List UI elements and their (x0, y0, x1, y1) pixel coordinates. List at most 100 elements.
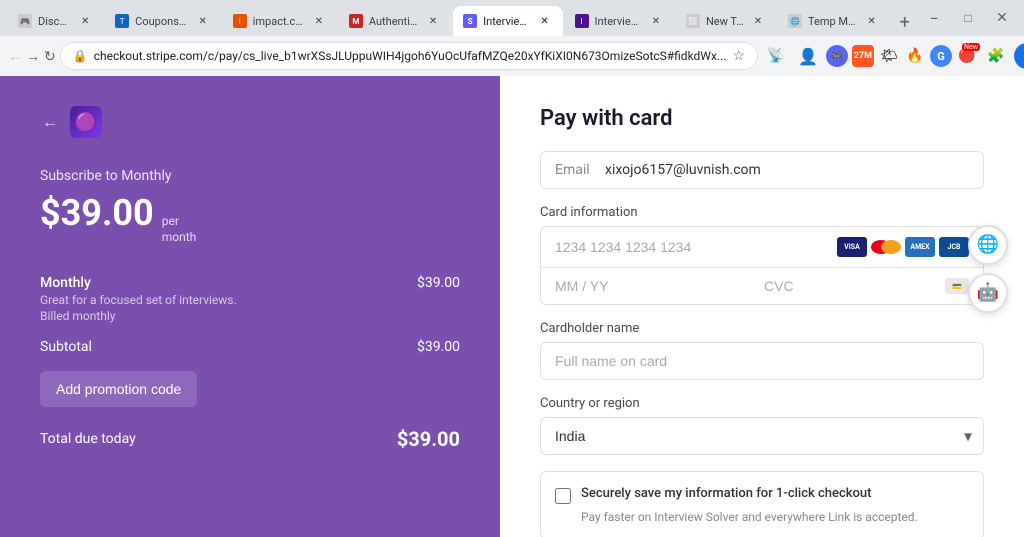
tab-close-gmail[interactable]: ✕ (425, 13, 441, 29)
tab-close-impact[interactable]: ✕ (311, 13, 327, 29)
cardholder-label: Cardholder name (540, 321, 984, 336)
line-item-sub2: Billed monthly (40, 309, 237, 323)
tab-bar: 🎮 Discord ✕ T Coupons f... ✕ i impact.co… (0, 0, 1024, 36)
country-field: Country or region India United States Un… (540, 396, 984, 455)
cardholder-input[interactable] (540, 342, 984, 380)
new-tab-button[interactable]: + (892, 8, 919, 36)
tab-close-stripe[interactable]: ✕ (537, 13, 553, 29)
tab-interview2[interactable]: I Interview... ✕ (565, 6, 674, 36)
tab-close-coupons[interactable]: ✕ (195, 13, 211, 29)
left-panel: ← 🟣 Subscribe to Monthly $39.00 per mont… (0, 76, 500, 537)
save-info-desc: Pay faster on Interview Solver and every… (555, 510, 969, 524)
ext-27m[interactable]: 27M (852, 45, 874, 67)
translate-float-icon[interactable]: 🌐 (968, 225, 1008, 265)
ext-new-badge[interactable]: 🔴New (956, 45, 978, 67)
back-button[interactable]: ← (8, 42, 22, 70)
discord-ext[interactable]: 🎮 (826, 45, 848, 67)
price-row: $39.00 per month (40, 192, 460, 245)
tab-favicon-gmail: M (349, 14, 363, 28)
extensions-icon[interactable]: 🧩 (982, 42, 1010, 70)
tab-favicon-interview2: I (575, 14, 589, 28)
card-icons: VISA AMEX JCB (837, 237, 969, 257)
minimize-button[interactable]: − (920, 4, 948, 32)
country-select-wrapper: India United States United Kingdom Canad… (540, 417, 984, 455)
close-window-button[interactable]: ✕ (988, 4, 1016, 32)
ext-weather[interactable]: 🌤 (878, 45, 900, 67)
tab-close-tempmail[interactable]: ✕ (864, 13, 880, 29)
save-info-box: Securely save my information for 1-click… (540, 471, 984, 537)
tab-favicon-impact: i (233, 14, 247, 28)
tab-stripe[interactable]: S Interview... ✕ (453, 6, 562, 36)
tab-close-newtab[interactable]: ✕ (750, 13, 766, 29)
visa-icon: VISA (837, 237, 867, 257)
subscribe-label: Subscribe to Monthly (40, 168, 460, 184)
cast-icon[interactable]: 📡 (762, 42, 790, 70)
tab-newtab[interactable]: ⬜ New Tab ✕ (676, 6, 776, 36)
url-text: checkout.stripe.com/c/pay/cs_live_b1wrXS… (94, 49, 727, 63)
tab-close-interview2[interactable]: ✕ (648, 13, 664, 29)
card-info-field: Card information VISA AMEX JCB (540, 205, 984, 305)
star-icon[interactable]: ☆ (732, 48, 745, 64)
total-row: Total due today $39.00 (40, 427, 460, 451)
maximize-button[interactable]: □ (954, 4, 982, 32)
card-number-row: VISA AMEX JCB (541, 227, 983, 268)
profile-button[interactable]: b (1014, 43, 1024, 69)
subtotal-row: Subtotal $39.00 (40, 339, 460, 355)
card-number-input[interactable] (555, 239, 837, 255)
tab-favicon-newtab: ⬜ (686, 14, 700, 28)
total-amount: $39.00 (397, 427, 460, 451)
line-item-monthly: Monthly Great for a focused set of inter… (40, 275, 460, 323)
brand-logo: 🟣 (70, 106, 102, 138)
tab-tempmail[interactable]: 🌐 Temp Ma... ✕ (778, 6, 890, 36)
address-bar[interactable]: 🔒 checkout.stripe.com/c/pay/cs_live_b1wr… (60, 42, 758, 70)
bot-float-icon[interactable]: 🤖 (968, 273, 1008, 313)
card-expiry-row: 💳 (541, 268, 983, 304)
tab-impact[interactable]: i impact.co... ✕ (223, 6, 337, 36)
country-select[interactable]: India United States United Kingdom Canad… (540, 417, 984, 455)
ext-fire[interactable]: 🔥 (904, 45, 926, 67)
tab-favicon-discord: 🎮 (18, 14, 32, 28)
card-cvc-input[interactable] (764, 278, 945, 294)
tab-coupons[interactable]: T Coupons f... ✕ (105, 6, 221, 36)
cvc-card-icon: 💳 (945, 278, 969, 294)
line-item-sub1: Great for a focused set of interviews. (40, 293, 237, 307)
navigation-bar: ← → ↻ 🔒 checkout.stripe.com/c/pay/cs_liv… (0, 36, 1024, 76)
tab-discord[interactable]: 🎮 Discord ✕ (8, 6, 103, 36)
browser-chrome: 🎮 Discord ✕ T Coupons f... ✕ i impact.co… (0, 0, 1024, 76)
account-circle[interactable]: 👤 (794, 42, 822, 70)
pay-title: Pay with card (540, 106, 984, 131)
jcb-icon: JCB (939, 237, 969, 257)
page-content: ← 🟣 Subscribe to Monthly $39.00 per mont… (0, 76, 1024, 537)
email-row: Email xixojo6157@luvnish.com (540, 151, 984, 189)
cardholder-field: Cardholder name (540, 321, 984, 380)
card-info-label: Card information (540, 205, 984, 220)
forward-button[interactable]: → (26, 42, 40, 70)
add-promo-button[interactable]: Add promotion code (40, 371, 197, 407)
card-cvc-row: 💳 (750, 268, 983, 304)
total-label: Total due today (40, 431, 136, 447)
save-info-checkbox[interactable] (555, 488, 571, 504)
price-amount: $39.00 (40, 192, 154, 234)
tab-favicon-coupons: T (115, 14, 129, 28)
ext-google[interactable]: G (930, 45, 952, 67)
country-label: Country or region (540, 396, 984, 411)
right-panel: Pay with card Email xixojo6157@luvnish.c… (500, 76, 1024, 537)
price-period: per month (162, 214, 197, 245)
lock-icon: 🔒 (73, 49, 88, 63)
back-arrow-row: ← 🟣 (40, 106, 460, 138)
tab-favicon-stripe: S (463, 14, 477, 28)
email-value: xixojo6157@luvnish.com (605, 162, 969, 178)
tab-favicon-tempmail: 🌐 (788, 14, 802, 28)
email-label: Email (555, 162, 595, 178)
card-expiry-input[interactable] (541, 268, 750, 304)
back-arrow-icon[interactable]: ← (40, 112, 60, 132)
subtotal-label: Subtotal (40, 339, 92, 355)
tab-close-discord[interactable]: ✕ (77, 13, 93, 29)
line-item-label: Monthly (40, 275, 237, 291)
amex-icon: AMEX (905, 237, 935, 257)
save-info-header: Securely save my information for 1-click… (555, 486, 969, 504)
tab-gmail[interactable]: M Authentic... ✕ (339, 6, 451, 36)
reload-button[interactable]: ↻ (44, 42, 56, 70)
save-info-title: Securely save my information for 1-click… (581, 486, 872, 501)
floating-icons: 🌐 🤖 (968, 225, 1008, 313)
